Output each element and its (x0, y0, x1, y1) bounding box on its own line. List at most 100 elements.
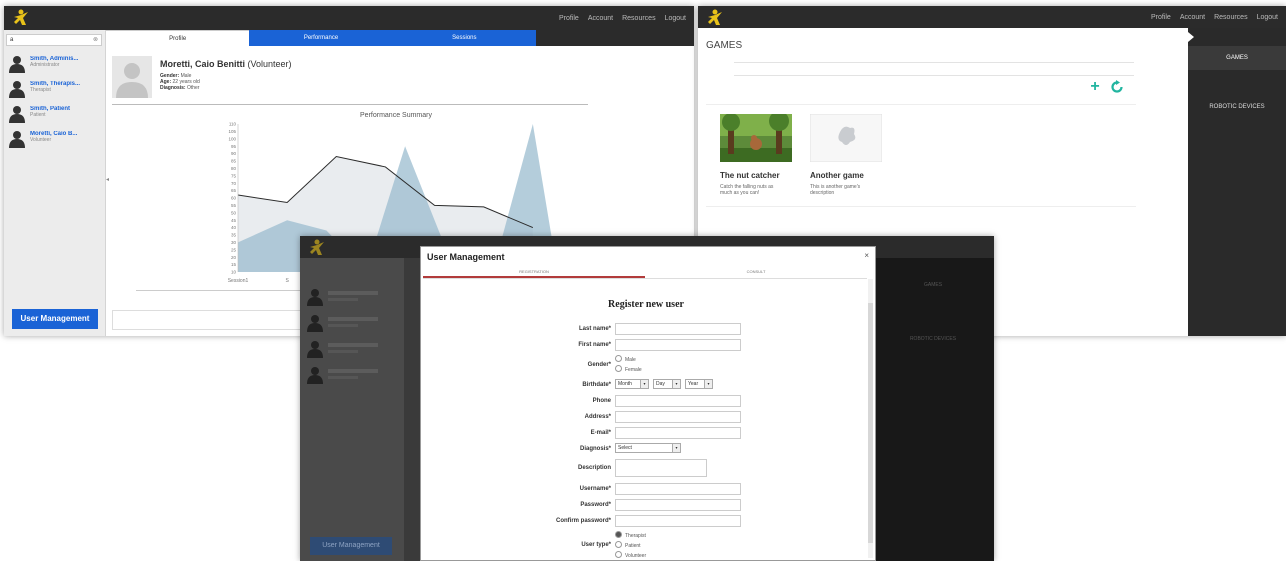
top-nav: Profile Account Resources Logout (1151, 6, 1278, 28)
y-tick-label: 35 (231, 233, 237, 238)
y-tick-label: 65 (231, 188, 237, 193)
avatar-icon (307, 289, 323, 306)
y-tick-label: 95 (231, 144, 237, 149)
y-tick-label: 80 (231, 166, 237, 171)
avatar-icon (307, 315, 323, 332)
birth-month-select[interactable]: Month ▾ (615, 379, 649, 389)
scrollbar-thumb[interactable] (868, 303, 873, 543)
diagnosis-value: Other (186, 85, 200, 91)
user-type-therapist-radio[interactable]: Therapist (615, 531, 646, 539)
side-item-robotic-devices: ROBOTIC DEVICES (909, 336, 957, 342)
games-search-input[interactable] (734, 62, 1134, 76)
user-search-input[interactable]: a ⊗ (6, 34, 102, 46)
tab-consult[interactable]: CONSULT (645, 267, 867, 278)
profile-name: Moretti, Caio Benitti (Volunteer) (160, 59, 292, 69)
y-tick-label: 45 (231, 218, 237, 223)
avatar-icon (307, 341, 323, 358)
avatar-icon (9, 56, 25, 73)
username-input[interactable] (615, 483, 741, 495)
placeholder-line (328, 291, 378, 295)
user-list-item[interactable]: Smith, Adminis... Administrator (4, 52, 104, 77)
tab-sessions[interactable]: Sessions (392, 30, 536, 46)
placeholder-line (328, 298, 358, 301)
user-list-item[interactable]: Moretti, Caio B... Volunteer (4, 127, 104, 152)
app-logo-icon[interactable] (12, 8, 32, 26)
phone-input[interactable] (615, 395, 741, 407)
y-tick-label: 10 (231, 270, 237, 275)
user-management-modal: User Management × REGISTRATION CONSULT R… (420, 246, 876, 561)
divider (706, 206, 1136, 207)
nav-profile[interactable]: Profile (559, 15, 579, 22)
clear-search-icon[interactable]: ⊗ (93, 35, 98, 45)
birth-month-value: Month (618, 381, 632, 387)
password-input[interactable] (615, 499, 741, 511)
nav-resources[interactable]: Resources (622, 15, 655, 22)
user-role: Volunteer (30, 137, 52, 143)
top-nav: Profile Account Resources Logout (559, 6, 686, 30)
birthdate-label: Birthdate* (582, 382, 611, 388)
email-field[interactable] (615, 427, 741, 439)
placeholder-line (328, 317, 378, 321)
last-name-input[interactable] (615, 323, 741, 335)
collapse-sidebar-icon[interactable]: ◂ (106, 176, 109, 183)
nav-resources[interactable]: Resources (1214, 14, 1247, 21)
first-name-label: First name* (578, 342, 611, 348)
top-bar: Profile Account Resources Logout (698, 6, 1286, 28)
nav-logout[interactable]: Logout (665, 15, 686, 22)
list-item (304, 338, 400, 364)
nav-logout[interactable]: Logout (1257, 14, 1278, 21)
side-item-robotic-devices[interactable]: ROBOTIC DEVICES (1188, 104, 1286, 110)
nav-profile[interactable]: Profile (1151, 14, 1171, 21)
user-role: Therapist (30, 87, 51, 93)
refresh-icon[interactable] (1110, 80, 1124, 94)
profile-tabs: Profile Performance Sessions (106, 30, 536, 46)
profile-details: Gender: Male Age: 22 years old Diagnosis… (160, 73, 200, 91)
top-bar: Profile Account Resources Logout (4, 6, 694, 30)
nav-account[interactable]: Account (588, 15, 613, 22)
y-tick-label: 50 (231, 210, 237, 215)
search-text: a (10, 37, 14, 43)
description-textarea[interactable] (615, 459, 707, 477)
side-item-games: GAMES (923, 282, 943, 288)
modal-title: User Management (427, 252, 505, 262)
x-tick-label: S (285, 278, 289, 284)
tab-profile[interactable]: Profile (106, 30, 250, 46)
confirm-password-input[interactable] (615, 515, 741, 527)
game-card[interactable]: The nut catcher Catch the falling nuts a… (720, 111, 800, 196)
birth-day-select[interactable]: Day ▾ (653, 379, 681, 389)
address-input[interactable] (615, 411, 741, 423)
game-card[interactable]: Another game This is another game's desc… (809, 113, 890, 196)
y-tick-label: 85 (231, 159, 237, 164)
modal-scrollbar[interactable] (868, 279, 873, 558)
user-management-button[interactable]: User Management (12, 309, 98, 329)
close-icon[interactable]: × (864, 251, 869, 260)
x-tick-label: Session1 (228, 278, 249, 284)
nav-account[interactable]: Account (1180, 14, 1205, 21)
user-type-patient-radio[interactable]: Patient (615, 541, 641, 549)
user-list-item[interactable]: Smith, Patient Patient (4, 102, 104, 127)
description-label: Description (577, 465, 611, 471)
divider (112, 104, 588, 105)
side-item-games[interactable]: GAMES (1188, 46, 1286, 70)
user-type-volunteer-radio[interactable]: Volunteer (615, 551, 646, 559)
gender-female-radio[interactable]: Female (615, 365, 642, 373)
password-label: Password* (580, 502, 611, 508)
birth-year-select[interactable]: Year ▾ (685, 379, 713, 389)
first-name-input[interactable] (615, 339, 741, 351)
user-list-item[interactable]: Smith, Therapis... Therapist (4, 77, 104, 102)
gender-male-radio[interactable]: Male (615, 355, 636, 363)
tab-registration[interactable]: REGISTRATION (423, 267, 645, 278)
user-list: Smith, Adminis... Administrator Smith, T… (4, 52, 104, 152)
app-logo-icon[interactable] (706, 8, 726, 26)
user-type-label: User type* (581, 542, 611, 548)
gender-label: Gender* (587, 362, 611, 368)
game-description: Catch the falling nuts as much as you ca… (720, 184, 774, 196)
tabs-filler (536, 30, 694, 46)
y-tick-label: 20 (231, 255, 237, 260)
app-logo-icon (310, 239, 324, 255)
form-title: Register new user (608, 299, 684, 310)
avatar-icon (9, 81, 25, 98)
add-game-icon[interactable]: + (1088, 79, 1102, 95)
diagnosis-select[interactable]: Select ▾ (615, 443, 681, 453)
tab-performance[interactable]: Performance (249, 30, 393, 46)
